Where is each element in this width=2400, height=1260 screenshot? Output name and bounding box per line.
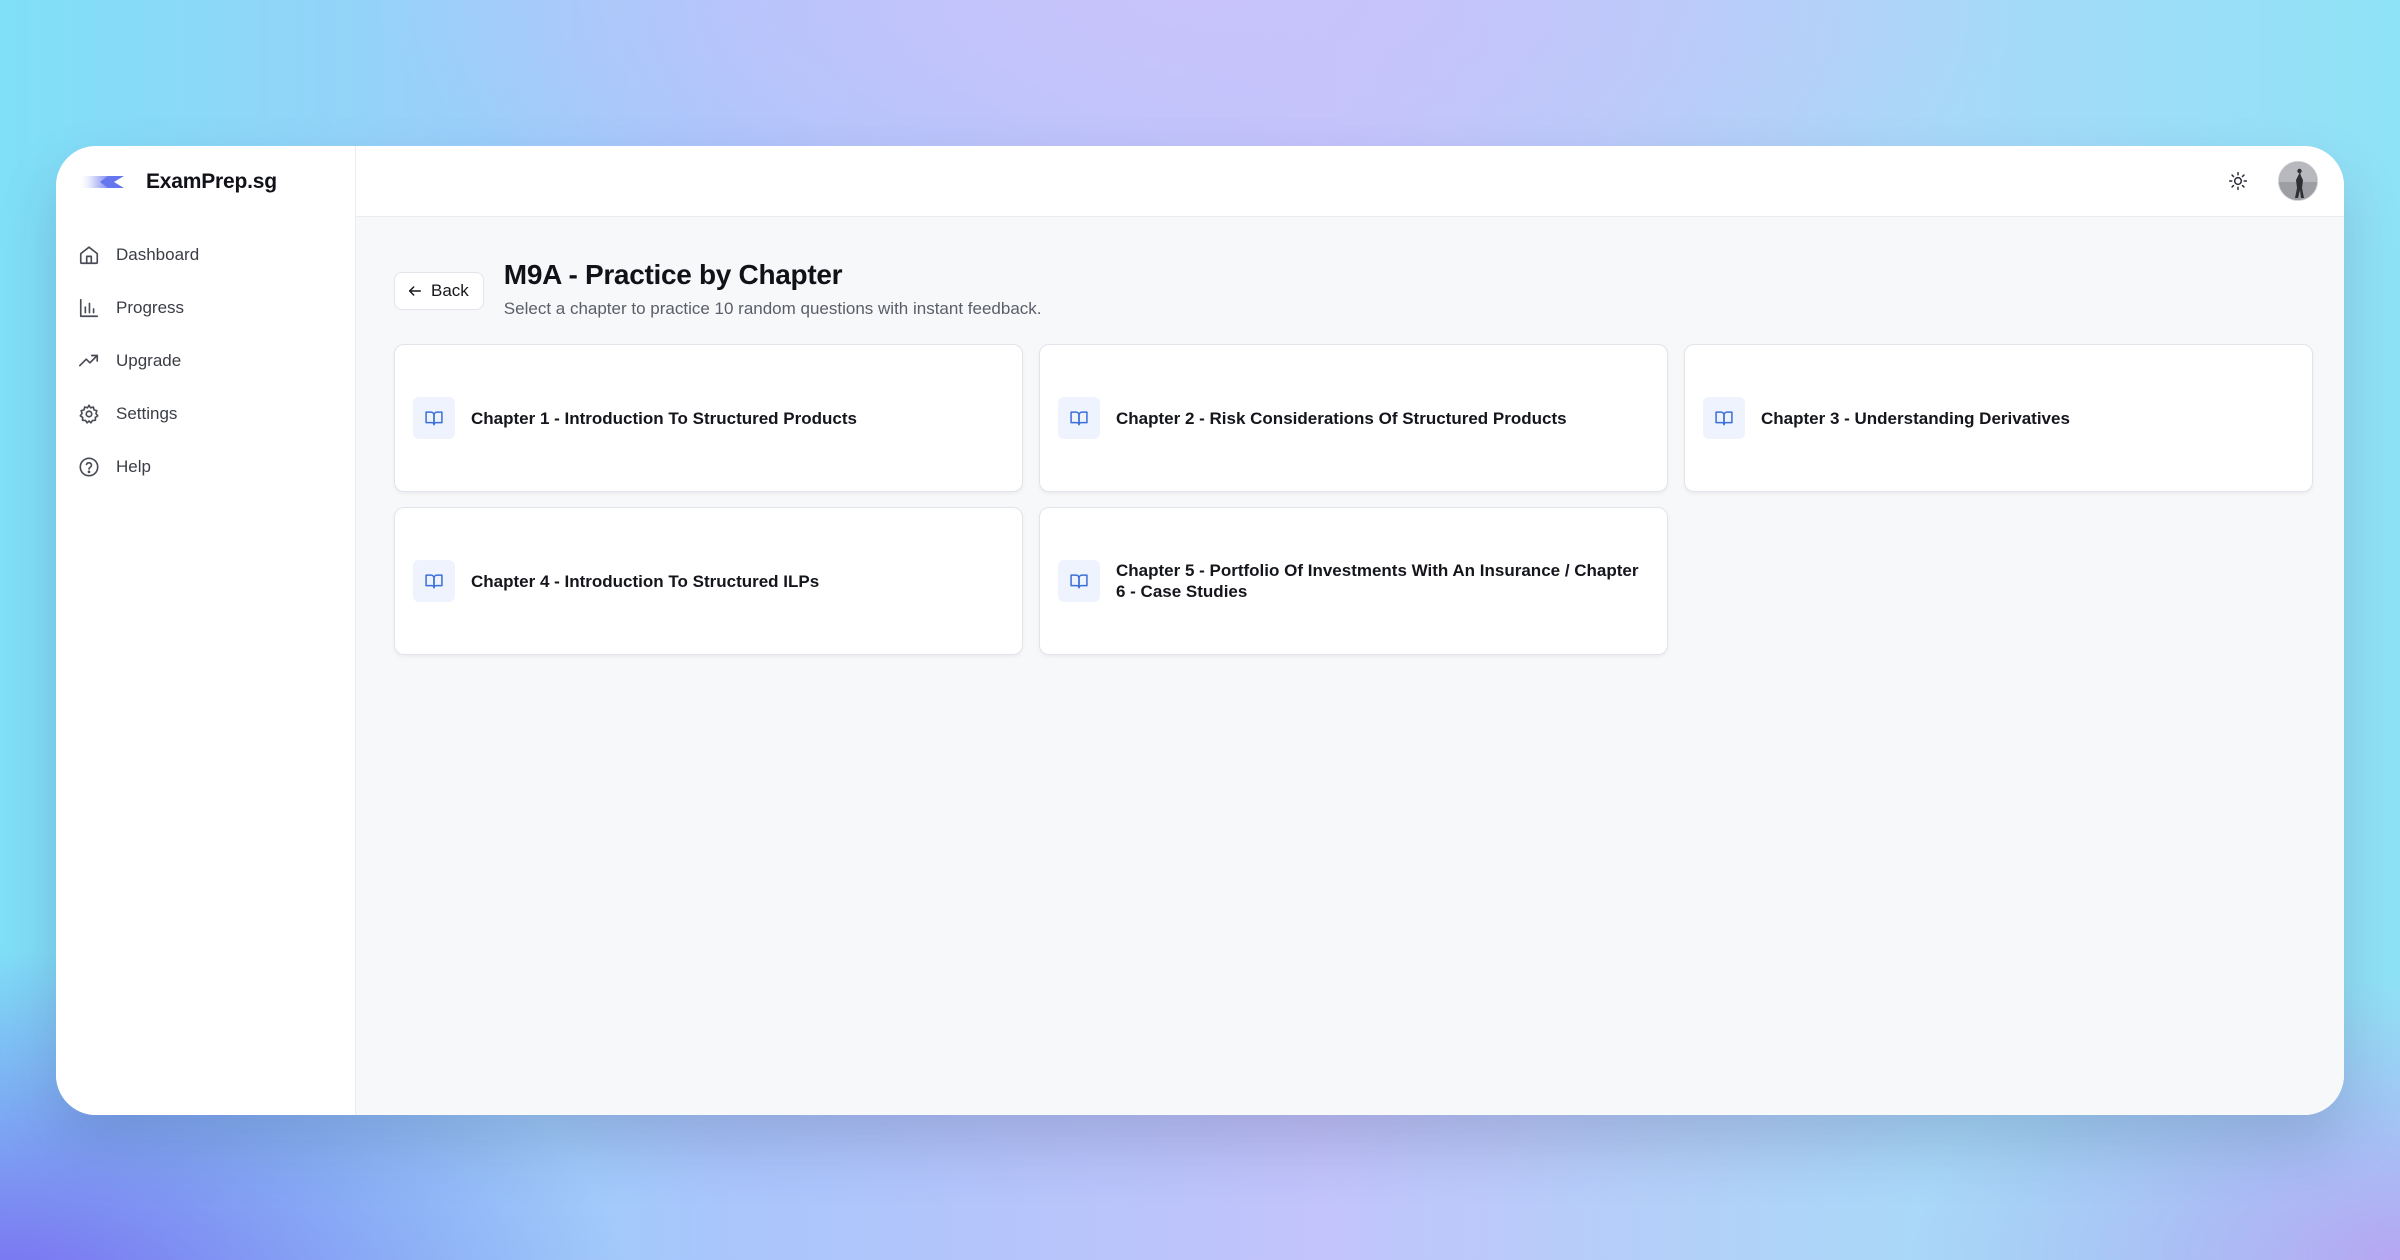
book-open-icon [1070,411,1088,426]
sidebar: ExamPrep.sg Dashboard Progress Upgrade S… [56,146,356,1115]
page-content: Back M9A - Practice by Chapter Select a … [356,217,2344,655]
sidebar-item-label: Upgrade [116,350,182,370]
bar-chart-icon [79,298,99,317]
chapter-icon-box [413,560,455,602]
avatar-image [2279,162,2317,200]
sidebar-item-label: Dashboard [116,244,200,264]
brand-name: ExamPrep.sg [146,169,277,193]
page-title: M9A - Practice by Chapter [503,259,843,290]
sidebar-nav: Dashboard Progress Upgrade Settings Help [56,217,355,493]
chapter-title: Chapter 4 - Introduction To Structured I… [471,571,820,591]
chapter-card-3[interactable]: Chapter 3 - Understanding Derivatives [1684,344,2313,492]
back-button-label: Back [431,281,469,300]
book-open-icon [1070,574,1088,589]
page-subtitle: Select a chapter to practice 10 random q… [503,299,1042,318]
sun-icon [2228,171,2248,191]
home-icon [79,245,99,264]
sidebar-item-label: Progress [116,297,185,317]
book-open-icon [1715,411,1733,426]
sidebar-item-settings[interactable]: Settings [56,387,355,440]
trending-up-icon [79,354,99,366]
brand[interactable]: ExamPrep.sg [56,146,355,217]
page-titles: M9A - Practice by Chapter Select a chapt… [504,257,1042,319]
app-window: ExamPrep.sg Dashboard Progress Upgrade S… [56,146,2344,1115]
sidebar-item-progress[interactable]: Progress [56,281,355,334]
chapter-card-5[interactable]: Chapter 5 - Portfolio Of Investments Wit… [1039,507,1668,655]
book-open-icon [425,411,443,426]
chapter-icon-box [1058,560,1100,602]
chapter-card-4[interactable]: Chapter 4 - Introduction To Structured I… [394,507,1023,655]
chapter-icon-box [413,397,455,439]
top-bar [356,146,2344,217]
user-avatar[interactable] [2278,161,2318,201]
main-area: Back M9A - Practice by Chapter Select a … [356,146,2344,1115]
chapter-title: Chapter 1 - Introduction To Structured P… [471,408,857,428]
chapter-card-2[interactable]: Chapter 2 - Risk Considerations Of Struc… [1039,344,1668,492]
sidebar-item-help[interactable]: Help [56,440,355,493]
page-header: Back M9A - Practice by Chapter Select a … [394,257,2316,319]
gear-icon [79,403,99,424]
chapter-title: Chapter 3 - Understanding Derivatives [1761,408,2070,428]
chapter-title: Chapter 5 - Portfolio Of Investments Wit… [1116,561,1639,601]
sidebar-item-upgrade[interactable]: Upgrade [56,334,355,387]
chapter-grid: Chapter 1 - Introduction To Structured P… [394,344,2316,655]
book-open-icon [425,574,443,589]
arrow-left-icon [408,286,422,296]
brand-logo-icon [78,175,124,188]
chapter-icon-box [1058,397,1100,439]
sidebar-item-dashboard[interactable]: Dashboard [56,228,355,281]
chapter-icon-box [1703,397,1745,439]
theme-toggle-button[interactable] [2224,167,2252,195]
back-button[interactable]: Back [394,272,484,310]
chapter-title: Chapter 2 - Risk Considerations Of Struc… [1116,408,1567,428]
help-circle-icon [79,456,99,477]
chapter-card-1[interactable]: Chapter 1 - Introduction To Structured P… [394,344,1023,492]
sidebar-item-label: Help [116,456,151,476]
sidebar-item-label: Settings [116,403,178,423]
